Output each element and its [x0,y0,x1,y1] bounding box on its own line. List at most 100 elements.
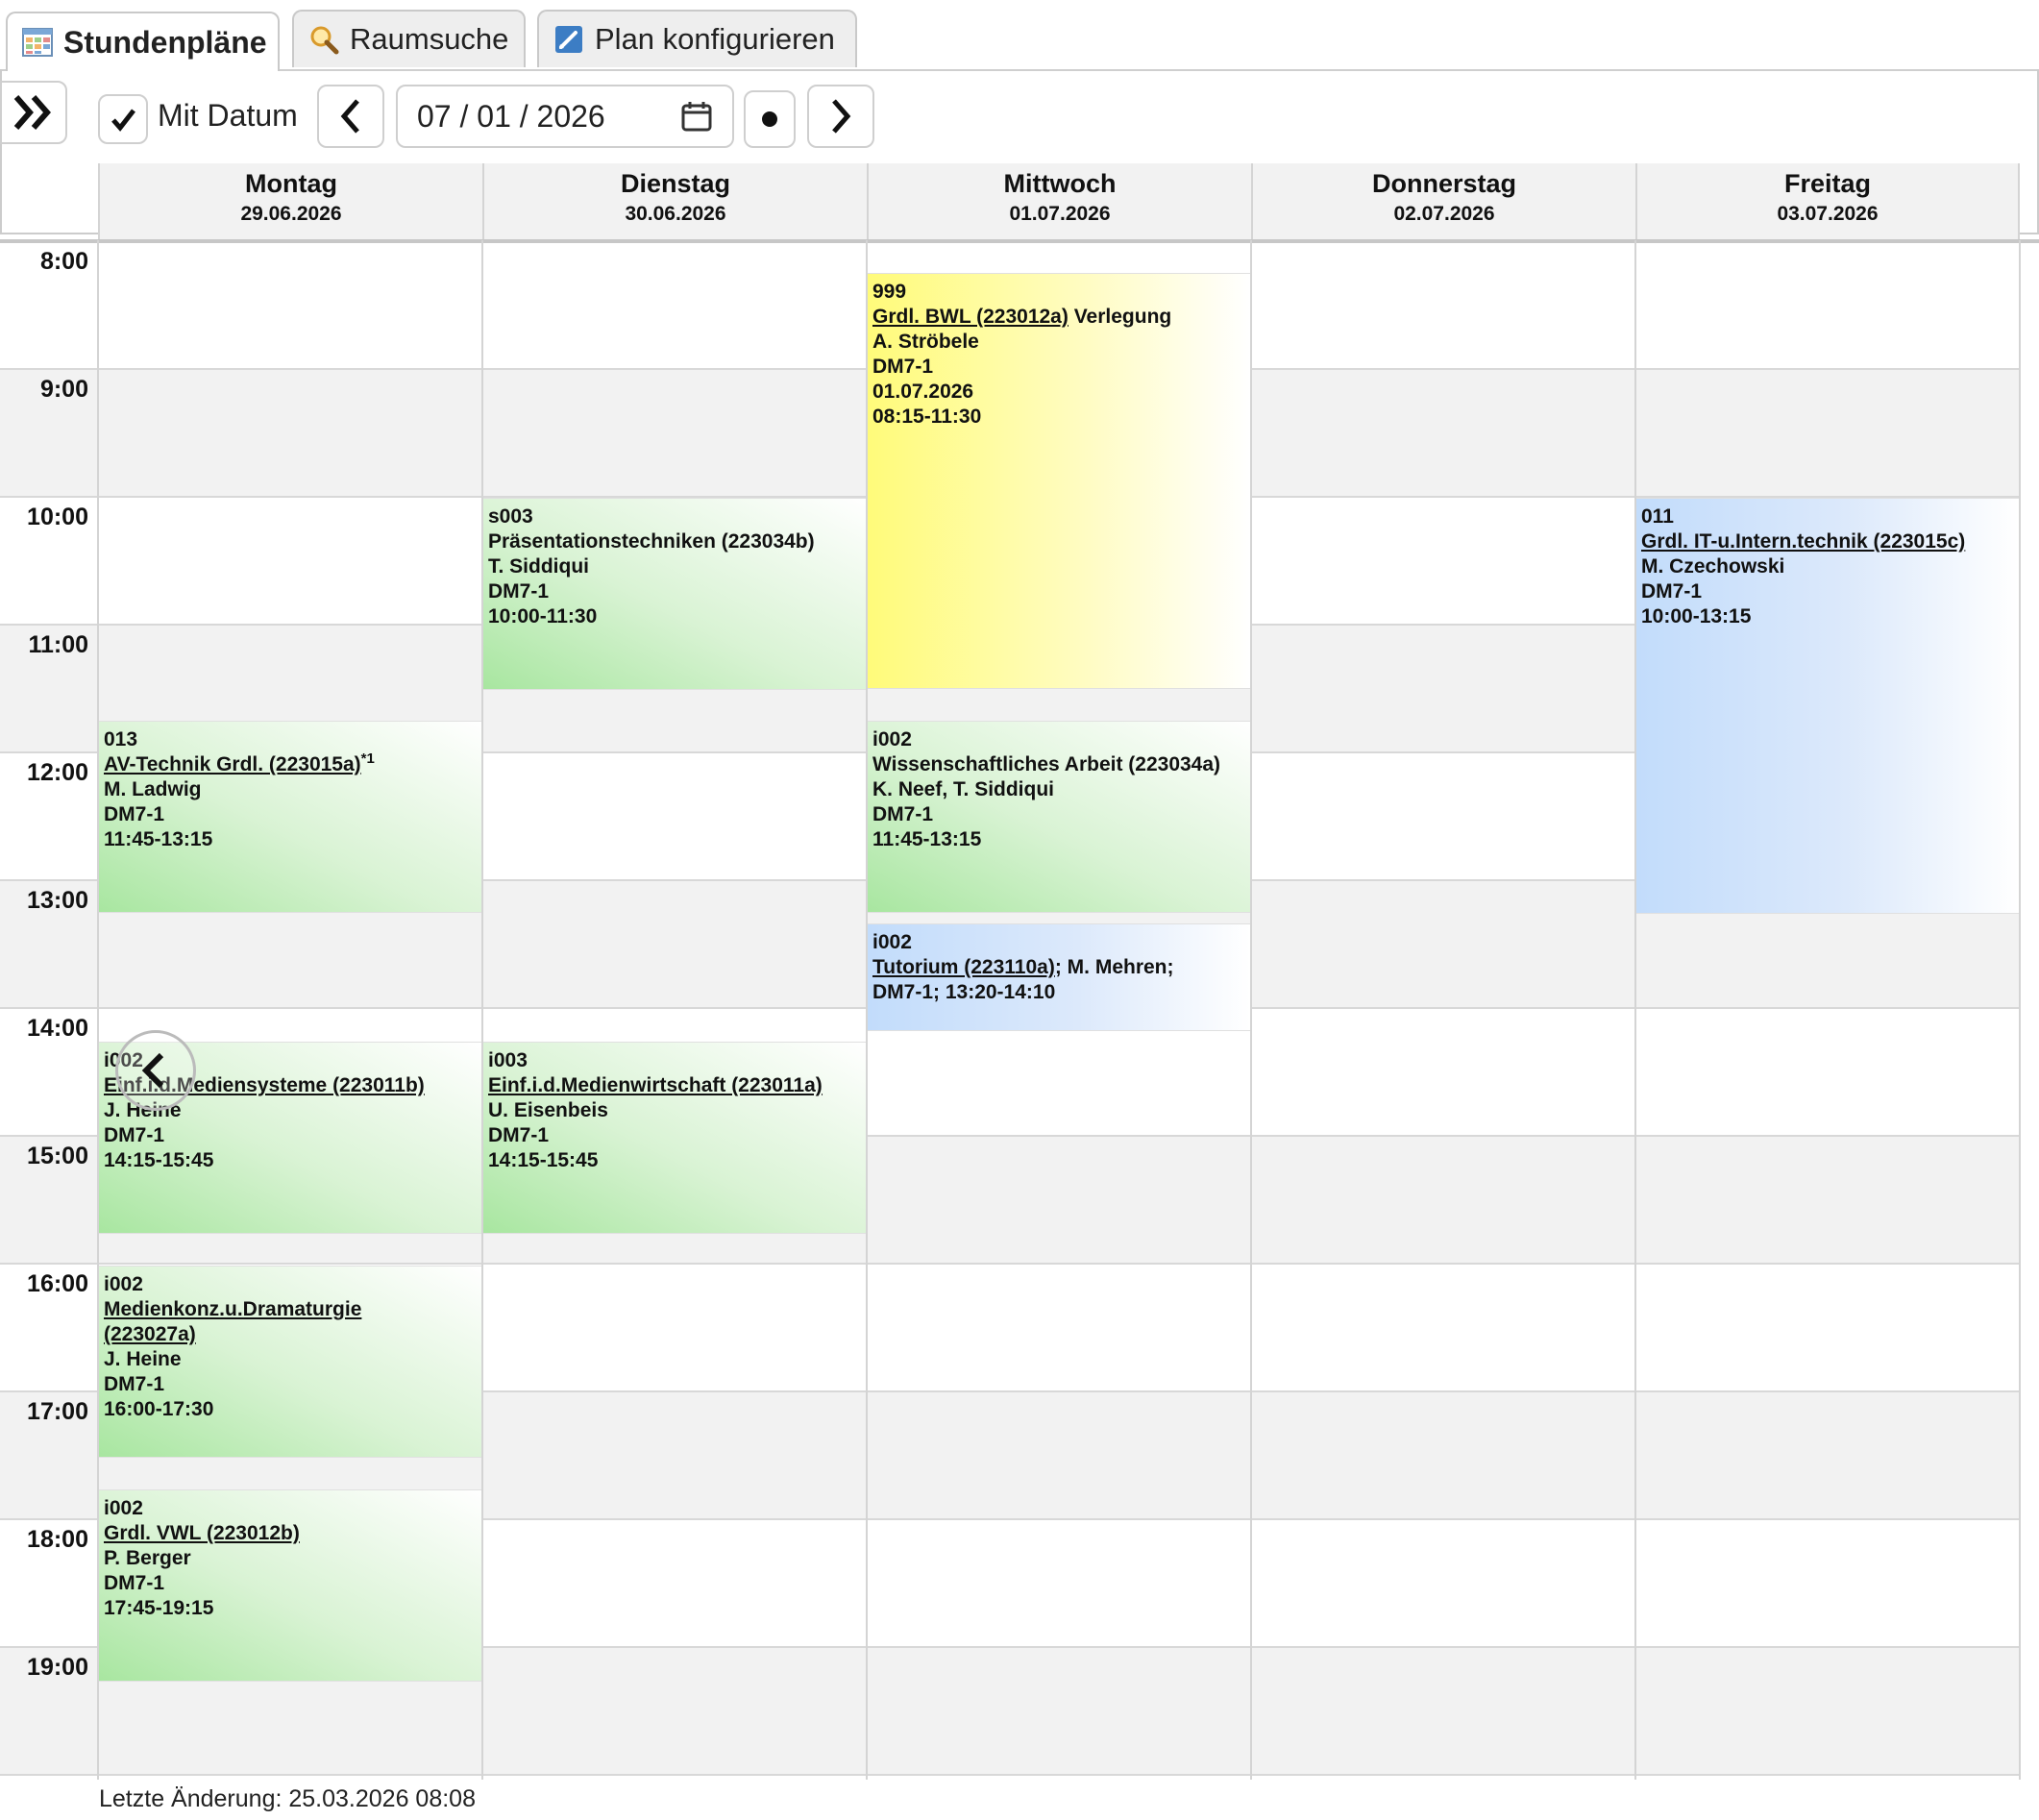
day-name: Dienstag [620,169,731,198]
event-room: s003 [488,505,533,528]
event-room: 999 [872,281,907,303]
hour-label: 8:00 [39,248,88,275]
event-group: DM7-1 [104,1373,165,1395]
event-lecturer: M. Czechowski [1641,555,1785,578]
with-date-checkbox[interactable] [98,94,148,144]
event-time: 14:15-15:45 [104,1149,214,1171]
event-time: 11:45-13:15 [872,828,982,850]
event-course: Wissenschaftliches Arbeit (223034a) [872,753,1221,775]
event-room: 013 [104,728,138,750]
event-room: i003 [488,1049,528,1071]
column-divider [2019,240,2021,1780]
event-course-link[interactable]: Grdl. VWL (223012b) [104,1522,300,1544]
event-footnote: *1 [360,750,375,767]
event-date: 01.07.2026 [872,381,974,403]
event-lecturer: ; M. Mehren; [1054,956,1174,978]
tab-raumsuche[interactable]: Raumsuche [292,10,526,67]
event-tutorium[interactable]: i002 Tutorium (223110a); M. Mehren; DM7-… [868,923,1250,1031]
event-time: 10:00-13:15 [1641,605,1752,627]
event-group: DM7-1 [872,803,934,825]
day-header-wednesday: Mittwoch 01.07.2026 [867,163,1251,240]
day-date: 30.06.2026 [625,203,726,225]
event-time: 08:15-11:30 [872,406,982,428]
event-dramaturgie[interactable]: i002 Medienkonz.u.Dramaturgie (223027a) … [99,1266,481,1458]
column-divider [1250,240,1252,1780]
tab-plan-konfigurieren[interactable]: Plan konfigurieren [537,10,857,67]
event-course: Präsentationstechniken (223034b) [488,530,815,553]
event-it-interntechnik[interactable]: 011 Grdl. IT-u.Intern.technik (223015c) … [1636,498,2019,914]
event-course-link[interactable]: Grdl. BWL (223012a) [872,306,1069,328]
hour-label: 10:00 [27,504,88,530]
event-course-link[interactable]: Medienkonz.u.Dramaturgie [104,1298,361,1320]
event-av-technik[interactable]: 013 AV-Technik Grdl. (223015a)*1 M. Ladw… [99,721,481,913]
with-date-label: Mit Datum [158,98,298,133]
previous-week-button[interactable] [317,85,384,148]
day-date: 02.07.2026 [1393,203,1495,225]
expand-sidebar-button[interactable] [0,81,67,144]
hour-label: 13:00 [27,887,88,914]
calendar-icon[interactable] [680,100,713,133]
event-lecturer: P. Berger [104,1547,191,1569]
event-lecturer: M. Ladwig [104,778,202,800]
event-lecturer: U. Eisenbeis [488,1099,608,1121]
date-value: 07 / 01 / 2026 [417,99,605,134]
event-praesentationstechniken[interactable]: s003 Präsentationstechniken (223034b) T.… [483,498,866,690]
event-details: DM7-1; 13:20-14:10 [872,981,1056,1003]
column-divider [1634,240,1636,1780]
day-name: Donnerstag [1371,169,1517,198]
event-grdl-bwl[interactable]: 999 Grdl. BWL (223012a) Verlegung A. Str… [868,273,1250,689]
tab-bar: Stundenpläne Raumsuche Plan konfiguriere… [0,0,2039,71]
tab-label: Stundenpläne [63,24,267,60]
calendar-table-icon [21,26,54,59]
tab-label: Raumsuche [350,22,509,56]
hour-label: 15:00 [27,1143,88,1169]
event-time: 11:45-13:15 [104,828,213,850]
day-name: Freitag [1783,169,1872,198]
event-group: DM7-1 [104,803,165,825]
event-wissenschaftliches-arbeiten[interactable]: i002 Wissenschaftliches Arbeit (223034a)… [868,721,1250,913]
hour-label: 19:00 [27,1654,88,1681]
event-room: i002 [104,1497,143,1519]
chevron-left-icon [340,99,359,134]
event-lecturer: A. Ströbele [872,331,979,353]
hour-label: 17:00 [27,1398,88,1425]
checkmark-icon [111,109,135,132]
event-group: DM7-1 [488,580,550,603]
event-grdl-vwl[interactable]: i002 Grdl. VWL (223012b) P. Berger DM7-1… [99,1489,481,1682]
event-medienwirtschaft[interactable]: i003 Einf.i.d.Medienwirtschaft (223011a)… [483,1042,866,1234]
tab-stundenplaene[interactable]: Stundenpläne [6,12,280,71]
event-status: Verlegung [1068,306,1172,328]
day-header-monday: Montag 29.06.2026 [98,163,482,240]
dot-icon [762,111,777,127]
event-room: 011 [1641,505,1674,528]
next-week-button[interactable] [807,85,874,148]
floating-back-button[interactable] [115,1030,196,1111]
event-group: DM7-1 [104,1124,165,1146]
day-name: Montag [245,169,337,198]
event-time: 17:45-19:15 [104,1597,214,1619]
hour-label: 11:00 [28,631,88,658]
hour-label: 18:00 [27,1526,88,1553]
hour-label: 12:00 [27,759,88,786]
day-name: Mittwoch [1003,169,1117,198]
event-lecturer: T. Siddiqui [488,555,589,578]
event-course-link[interactable]: (223027a) [104,1323,196,1345]
edit-pencil-icon [553,23,585,56]
event-course-link[interactable]: Einf.i.d.Medienwirtschaft (223011a) [488,1074,823,1096]
day-date: 29.06.2026 [240,203,342,225]
magnifier-icon [307,23,340,56]
day-header-tuesday: Dienstag 30.06.2026 [482,163,867,240]
today-button[interactable] [744,90,796,148]
event-course-link[interactable]: AV-Technik Grdl. (223015a) [104,753,361,775]
event-room: i002 [872,931,912,953]
hour-label: 9:00 [39,376,88,403]
event-group: DM7-1 [1641,580,1703,603]
last-change-text: Letzte Änderung: 25.03.2026 08:08 [99,1785,476,1812]
event-group: DM7-1 [872,356,934,378]
event-course-link[interactable]: Tutorium (223110a) [872,956,1055,978]
chevron-right-icon [832,99,851,134]
event-time: 16:00-17:30 [104,1398,214,1420]
event-course-link[interactable]: Grdl. IT-u.Intern.technik (223015c) [1641,530,1965,553]
hour-label: 16:00 [27,1270,88,1297]
tab-label: Plan konfigurieren [595,22,835,56]
